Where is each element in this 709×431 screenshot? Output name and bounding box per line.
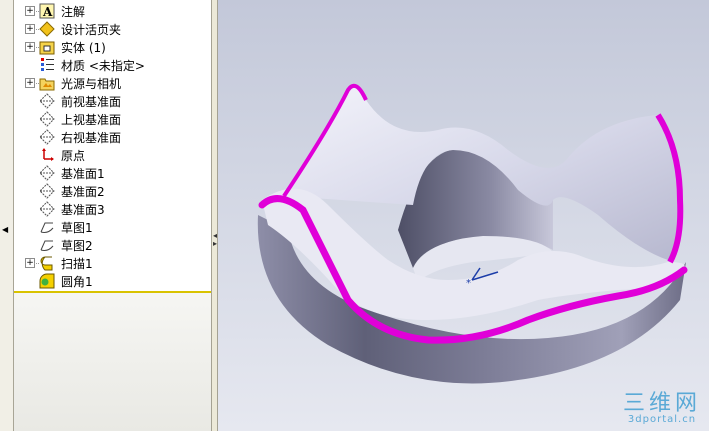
tree-item-label: 注解 [61,5,86,19]
tree-item-annotations[interactable]: + A 注解 [14,2,209,20]
solid-body-icon [39,41,55,55]
design-binder-icon [39,21,55,37]
tree-item-plane3[interactable]: 基准面3 [14,200,209,218]
svg-text:A: A [42,5,53,19]
tree-item-label: 光源与相机 [61,77,122,91]
tree-item-label: 基准面1 [61,167,105,181]
tree-item-label: 草图2 [61,239,93,253]
panel-splitter[interactable]: ◂ ▸ [211,0,218,431]
material-icon [41,58,54,71]
tree-item-origin[interactable]: 原点 [14,146,209,164]
annotation-icon: A [39,3,55,19]
tree-item-label: 实体 (1) [61,41,106,55]
plane-icon [39,201,55,217]
fillet-icon [39,273,55,289]
tree-item-lights-cameras[interactable]: + 光源与相机 [14,74,209,92]
tree-item-label: 基准面3 [61,203,105,217]
watermark: 三维网 3dportal.cn [623,385,701,425]
tree-item-label: 圆角1 [61,275,93,289]
tree-item-plane1[interactable]: 基准面1 [14,164,209,182]
tree-item-sketch1[interactable]: 草图1 [14,218,209,236]
tree-item-label: 前视基准面 [61,95,122,109]
tree-item-sketch2[interactable]: 草图2 [14,236,209,254]
tree-item-right-plane[interactable]: 右视基准面 [14,128,209,146]
tree-item-label: 扫描1 [61,257,93,271]
tree-empty-area [14,293,211,431]
collapse-arrow-icon[interactable]: ◀ [2,225,8,234]
sketch-icon [40,222,54,233]
tree-item-design-binder[interactable]: + 设计活页夹 [14,20,209,38]
left-collapse-strip[interactable]: ◀ [0,0,14,431]
lights-camera-icon [39,78,55,91]
graphics-viewport[interactable]: * 三维网 3dportal.cn [218,0,709,431]
tree-item-top-plane[interactable]: 上视基准面 [14,110,209,128]
tree-item-fillet1[interactable]: 圆角1 [14,272,209,290]
tree-item-sweep1[interactable]: + 扫描1 [14,254,209,272]
tree-item-solid-bodies[interactable]: + 实体 (1) [14,38,209,56]
svg-text:*: * [466,278,471,289]
origin-icon [42,148,54,161]
tree-item-label: 材质 <未指定> [61,59,145,73]
tree-item-front-plane[interactable]: 前视基准面 [14,92,209,110]
tree-item-label: 右视基准面 [61,131,122,145]
tree-item-plane2[interactable]: 基准面2 [14,182,209,200]
plane-icon [39,183,55,199]
tree-item-label: 基准面2 [61,185,105,199]
plane-icon [39,165,55,181]
splitter-grip-icon[interactable]: ◂ ▸ [213,232,217,248]
tree-item-label: 上视基准面 [61,113,122,127]
model-3d-view[interactable]: * [218,0,709,431]
plane-icon [39,111,55,127]
tree-item-label: 原点 [61,149,86,163]
plane-icon [39,93,55,109]
tree-item-label: 草图1 [61,221,93,235]
feature-manager-tree: + A 注解 + 设计活页夹 + 实体 (1) 材质 <未指定> + 光源与相机… [14,0,211,431]
tree-item-material[interactable]: 材质 <未指定> [14,56,209,74]
plane-icon [39,129,55,145]
sweep-icon [40,256,53,271]
watermark-big: 三维网 [622,391,701,416]
watermark-small: 3dportal.cn [627,414,697,425]
tree-item-label: 设计活页夹 [61,23,122,37]
sketch-icon [40,240,54,251]
